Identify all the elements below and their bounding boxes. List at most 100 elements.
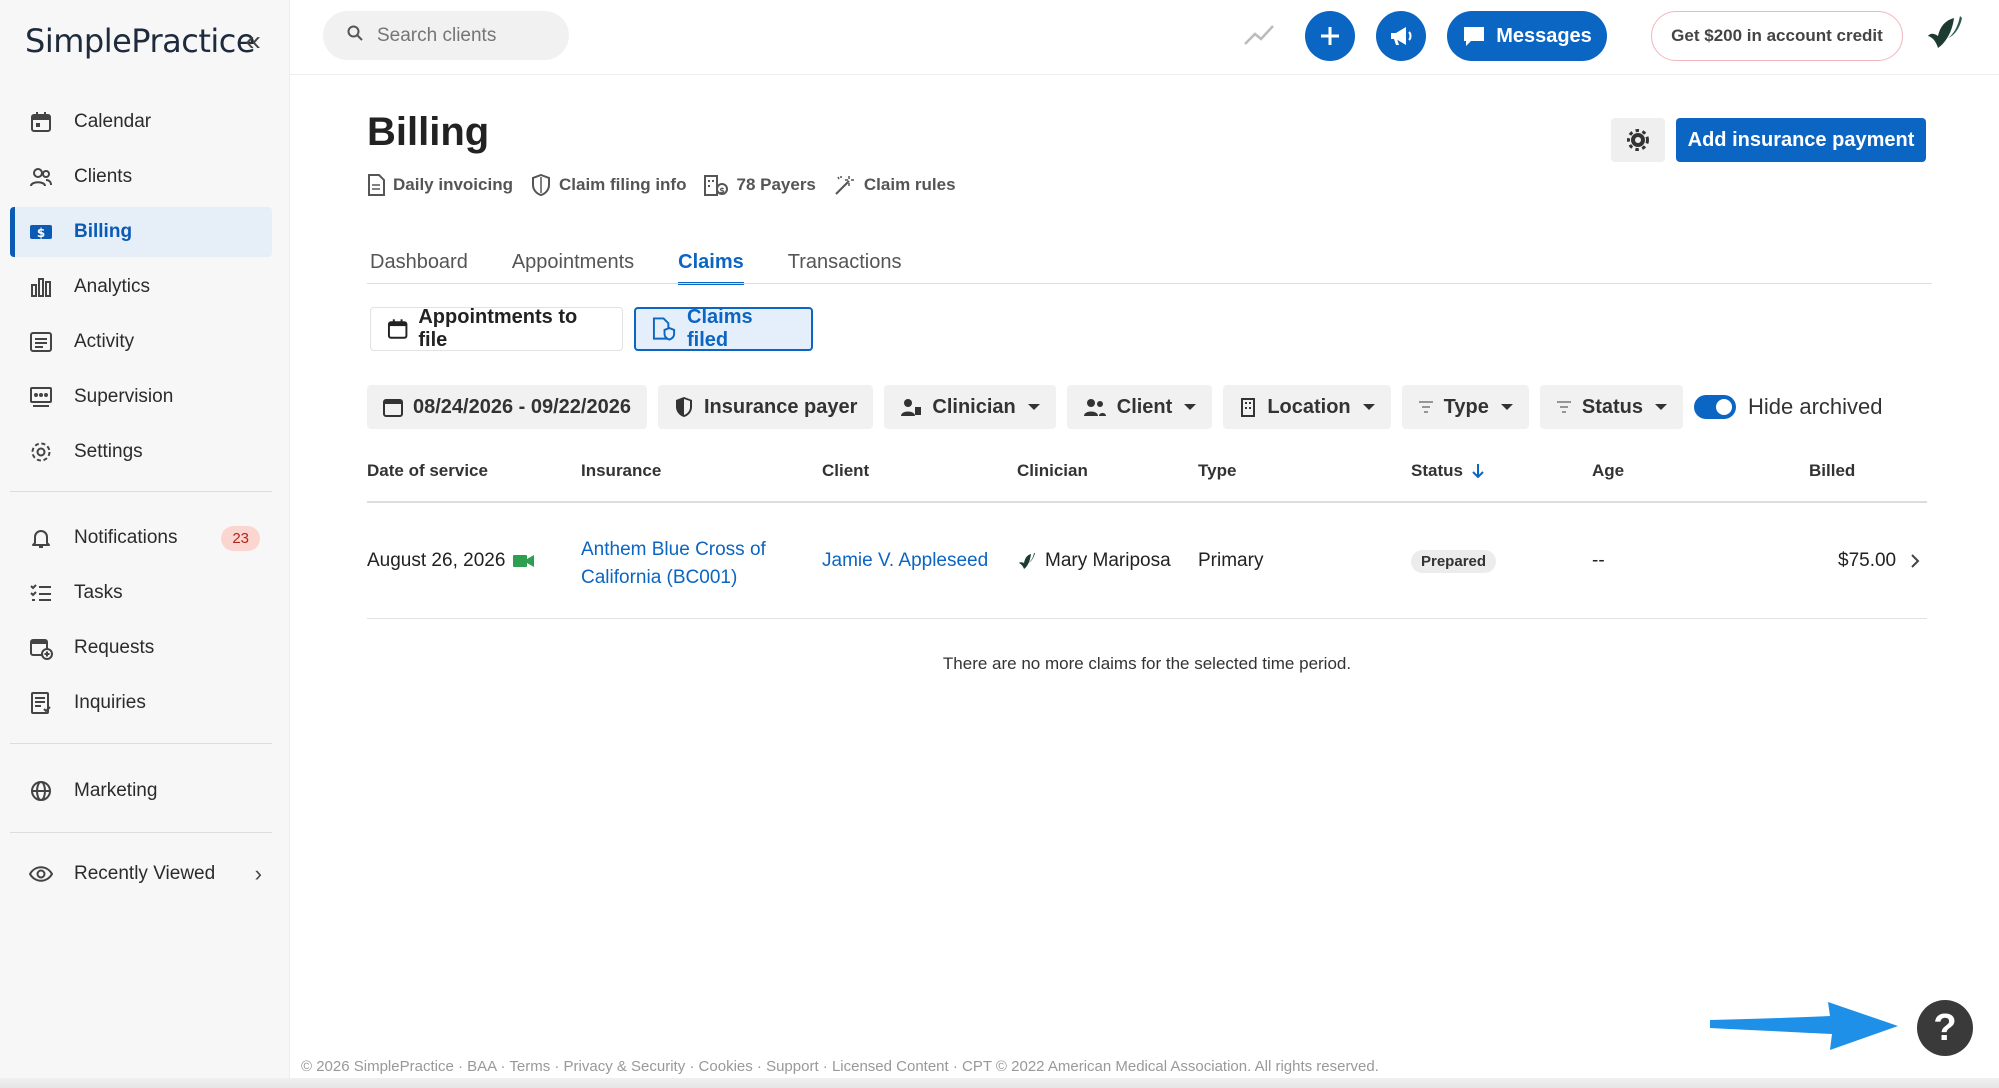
tab-transactions[interactable]: Transactions (788, 240, 902, 284)
sidebar-item-inquiries[interactable]: Inquiries (10, 678, 272, 728)
row-billed-cell: $75.00 (1838, 550, 1920, 572)
daily-invoicing-link[interactable]: Daily invoicing (367, 174, 513, 196)
search-bar[interactable] (323, 11, 569, 60)
sidebar-divider (10, 491, 272, 492)
bell-icon (28, 525, 54, 551)
user-avatar-icon[interactable] (1924, 14, 1968, 58)
document-icon (368, 174, 385, 196)
tabs-divider (367, 283, 1932, 284)
column-header-status[interactable]: Status (1411, 461, 1485, 481)
filter-lines-icon (1418, 401, 1433, 413)
billing-settings-button[interactable] (1611, 118, 1665, 162)
caret-down-icon (1500, 404, 1513, 410)
sidebar-nav-recent: Recently Viewed › (10, 849, 272, 904)
sidebar-item-calendar[interactable]: Calendar (10, 97, 272, 147)
add-insurance-payment-button[interactable]: Add insurance payment (1676, 118, 1926, 162)
appointments-to-file-button[interactable]: Appointments to file (370, 306, 623, 351)
sidebar-item-marketing[interactable]: Marketing (10, 766, 272, 816)
sidebar-item-label: Calendar (74, 111, 152, 132)
column-header-age[interactable]: Age (1592, 461, 1624, 481)
sidebar-item-settings[interactable]: Settings (10, 427, 272, 477)
shield-icon (675, 397, 692, 417)
sidebar-nav-primary: Calendar Clients $ Billing Analytics Act… (10, 97, 272, 482)
column-header-clinician[interactable]: Clinician (1017, 461, 1088, 481)
hide-archived-label: Hide archived (1747, 394, 1883, 419)
sidebar-item-label: Settings (74, 441, 143, 462)
date-range-filter[interactable]: 08/24/2026 - 09/22/2026 (367, 385, 647, 429)
sidebar-item-supervision[interactable]: Supervision (10, 372, 272, 422)
tab-dashboard[interactable]: Dashboard (370, 240, 468, 284)
row-client-link[interactable]: Jamie V. Appleseed (822, 550, 988, 572)
hide-archived-toggle[interactable] (1693, 395, 1736, 419)
sidebar-item-recently-viewed[interactable]: Recently Viewed › (10, 849, 272, 899)
double-chevron-left-icon[interactable]: « (240, 25, 266, 56)
dollar-bill-icon: $ (28, 219, 54, 245)
no-more-claims-note: There are no more claims for the selecte… (942, 654, 1352, 673)
calendar-icon (28, 109, 54, 135)
row-status-cell: Prepared (1411, 550, 1497, 573)
clinician-avatar-icon (1019, 553, 1035, 569)
chevron-right-icon: › (254, 861, 262, 886)
footer-links[interactable]: © 2026 SimplePractice · BAA · Terms · Pr… (301, 1058, 1379, 1075)
sidebar-nav-secondary: Notifications 23 Tasks Requests Inquirie… (10, 513, 272, 733)
sidebar-item-activity[interactable]: Activity (10, 317, 272, 367)
sidebar-divider (10, 832, 272, 833)
search-input[interactable] (377, 24, 547, 47)
tasks-icon (28, 580, 54, 606)
messages-button[interactable]: Messages (1447, 11, 1607, 61)
sidebar-item-clients[interactable]: Clients (10, 152, 272, 202)
calendar-icon (383, 399, 403, 417)
claims-filed-button[interactable]: Claims filed (634, 306, 813, 351)
page-title: Billing (367, 110, 490, 154)
sort-down-arrow-icon (1472, 464, 1484, 479)
search-icon (347, 25, 363, 46)
location-filter[interactable]: Location (1223, 385, 1391, 429)
chevron-right-icon[interactable] (1910, 553, 1920, 569)
notifications-count-badge: 23 (221, 525, 260, 551)
clinician-filter[interactable]: Clinician (884, 385, 1056, 429)
column-header-date[interactable]: Date of service (367, 461, 488, 481)
sidebar-item-label: Activity (74, 331, 135, 352)
row-insurance-link[interactable]: Anthem Blue Cross of California (BC001) (581, 536, 766, 592)
sidebar-divider (10, 743, 272, 744)
magic-wand-icon (835, 176, 854, 195)
account-credit-button[interactable]: Get $200 in account credit (1651, 11, 1903, 61)
insurance-payer-filter[interactable]: Insurance payer (657, 385, 874, 429)
row-date-cell: August 26, 2026 (367, 550, 535, 572)
pointer-arrow-icon (1710, 1002, 1898, 1050)
sidebar: SimplePractice « Calendar Clients $ Bill… (0, 0, 290, 1088)
column-header-client[interactable]: Client (822, 461, 869, 481)
help-button[interactable]: ? (1917, 1000, 1973, 1056)
sidebar-item-analytics[interactable]: Analytics (10, 262, 272, 312)
claim-filing-info-link[interactable]: Claim filing info (531, 174, 686, 196)
status-filter[interactable]: Status (1539, 385, 1683, 429)
client-filter[interactable]: Client (1066, 385, 1213, 429)
file-shield-icon (652, 317, 676, 341)
column-header-insurance[interactable]: Insurance (581, 461, 661, 481)
payers-link[interactable]: $ 78 Payers (704, 174, 816, 196)
sidebar-item-label: Billing (74, 221, 133, 242)
sidebar-item-notifications[interactable]: Notifications 23 (10, 513, 272, 563)
announcements-button[interactable] (1376, 11, 1426, 61)
sidebar-item-label: Supervision (74, 386, 174, 407)
column-header-type[interactable]: Type (1198, 461, 1236, 481)
sidebar-item-billing[interactable]: $ Billing (10, 207, 272, 257)
sidebar-item-label: Notifications (74, 527, 178, 548)
users-icon (1083, 399, 1106, 416)
tab-appointments[interactable]: Appointments (512, 240, 634, 284)
sidebar-item-tasks[interactable]: Tasks (10, 568, 272, 618)
table-header-divider (367, 501, 1927, 503)
claim-rules-link[interactable]: Claim rules (834, 174, 956, 196)
calendar-icon (387, 319, 408, 339)
column-header-billed[interactable]: Billed (1809, 461, 1855, 481)
claims-filters: 08/24/2026 - 09/22/2026 Insurance payer … (367, 385, 1883, 429)
header-divider (290, 74, 1999, 75)
add-button[interactable] (1305, 11, 1355, 61)
sidebar-item-label: Marketing (74, 780, 158, 801)
tab-claims[interactable]: Claims (678, 240, 744, 285)
building-icon (1241, 398, 1256, 417)
list-icon (28, 329, 54, 355)
trend-chart-icon[interactable] (1243, 20, 1275, 50)
app-logo[interactable]: SimplePractice (25, 22, 256, 60)
type-filter[interactable]: Type (1401, 385, 1529, 429)
